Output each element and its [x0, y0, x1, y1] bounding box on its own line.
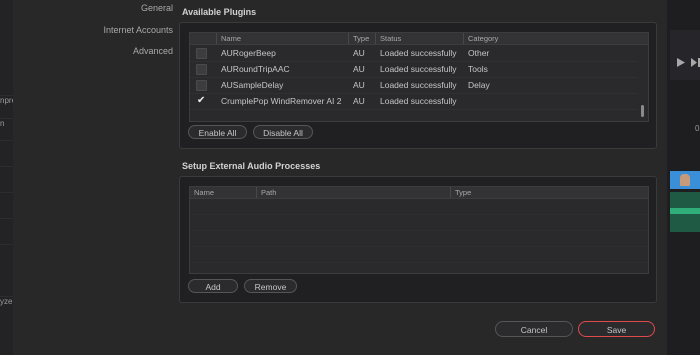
available-plugins-panel: Name Type Status Category AURogerBeep AU L… [179, 22, 657, 149]
empty-table-row [190, 215, 648, 231]
empty-table-row [190, 247, 648, 263]
enabled-checkbox[interactable] [196, 48, 207, 59]
background-panel [0, 192, 13, 215]
empty-table-row [190, 231, 648, 247]
external-audio-processes-title: Setup External Audio Processes [182, 161, 321, 171]
plugin-type: AU [353, 64, 365, 74]
plugin-category: Other [468, 48, 490, 58]
background-label: yzer [0, 296, 13, 313]
column-header-name[interactable]: Name [216, 33, 348, 44]
background-panel [0, 218, 13, 241]
background-panel [0, 244, 13, 267]
column-header-type[interactable]: Type [348, 33, 375, 44]
enable-all-button[interactable]: Enable All [188, 125, 247, 139]
plugin-name: AURoundTripAAC [221, 64, 290, 74]
add-button[interactable]: Add [188, 279, 238, 293]
background-app-left-strip: npre n yzer [0, 0, 14, 355]
cancel-button[interactable]: Cancel [495, 321, 573, 337]
plugins-scrollbar[interactable] [641, 105, 644, 117]
nav-item-internet-accounts[interactable]: Internet Accounts [103, 25, 173, 35]
plugin-row[interactable]: AUSampleDelay AU Loaded successfully Delay [190, 77, 638, 94]
column-header-type[interactable]: Type [450, 187, 648, 198]
plugin-type: AU [353, 48, 365, 58]
enabled-checkbox[interactable] [196, 80, 207, 91]
plugins-table-header: Name Type Status Category [190, 33, 648, 45]
background-panel [0, 140, 13, 163]
timecode-fragment: 0 [695, 124, 700, 133]
external-table-header: Name Path Type [190, 187, 648, 199]
save-button[interactable]: Save [578, 321, 655, 337]
nav-item-general[interactable]: General [141, 3, 173, 13]
plugin-type: AU [353, 96, 365, 106]
plugin-category: Tools [468, 64, 488, 74]
video-clip-thumbnail [670, 171, 700, 189]
background-panel [0, 166, 13, 189]
preferences-dialog: General Internet Accounts Advanced Avail… [13, 0, 667, 355]
empty-table-row [190, 199, 648, 215]
plugin-row[interactable]: AURoundTripAAC AU Loaded successfully Tools [190, 61, 638, 78]
nav-item-advanced[interactable]: Advanced [133, 46, 173, 56]
available-plugins-title: Available Plugins [182, 7, 257, 17]
remove-button[interactable]: Remove [244, 279, 297, 293]
plugin-name: AUSampleDelay [221, 80, 284, 90]
plugin-row[interactable]: ✔ CrumplePop WindRemover AI 2 AU Loaded suc… [190, 93, 638, 110]
plugin-type: AU [353, 80, 365, 90]
audio-clip [670, 192, 700, 232]
plugin-category: Delay [468, 80, 490, 90]
next-icon [691, 58, 700, 67]
plugin-status: Loaded successfully [380, 80, 457, 90]
plugin-status: Loaded successfully [380, 64, 457, 74]
plugins-table: Name Type Status Category AURogerBeep AU L… [189, 32, 649, 122]
play-icon [677, 58, 685, 67]
column-header-status[interactable]: Status [375, 33, 463, 44]
external-audio-processes-panel: Name Path Type Add Remove [179, 176, 657, 303]
disable-all-button[interactable]: Disable All [253, 125, 313, 139]
plugin-status: Loaded successfully [380, 96, 457, 106]
background-app-right-strip: 0 [667, 0, 700, 355]
plugin-name: AURogerBeep [221, 48, 276, 58]
enabled-checkbox[interactable] [196, 64, 207, 75]
plugin-name: CrumplePop WindRemover AI 2 [221, 96, 342, 106]
column-header-category[interactable]: Category [463, 33, 648, 44]
plugin-row[interactable]: AURogerBeep AU Loaded successfully Other [190, 45, 638, 62]
external-processes-table: Name Path Type [189, 186, 649, 274]
plugin-status: Loaded successfully [380, 48, 457, 58]
column-header-path[interactable]: Path [256, 187, 450, 198]
background-viewer [670, 30, 700, 80]
column-header-name[interactable]: Name [190, 187, 256, 198]
background-label: npre [0, 95, 13, 114]
background-label: n [0, 118, 13, 137]
enabled-checkbox[interactable]: ✔ [197, 93, 205, 109]
